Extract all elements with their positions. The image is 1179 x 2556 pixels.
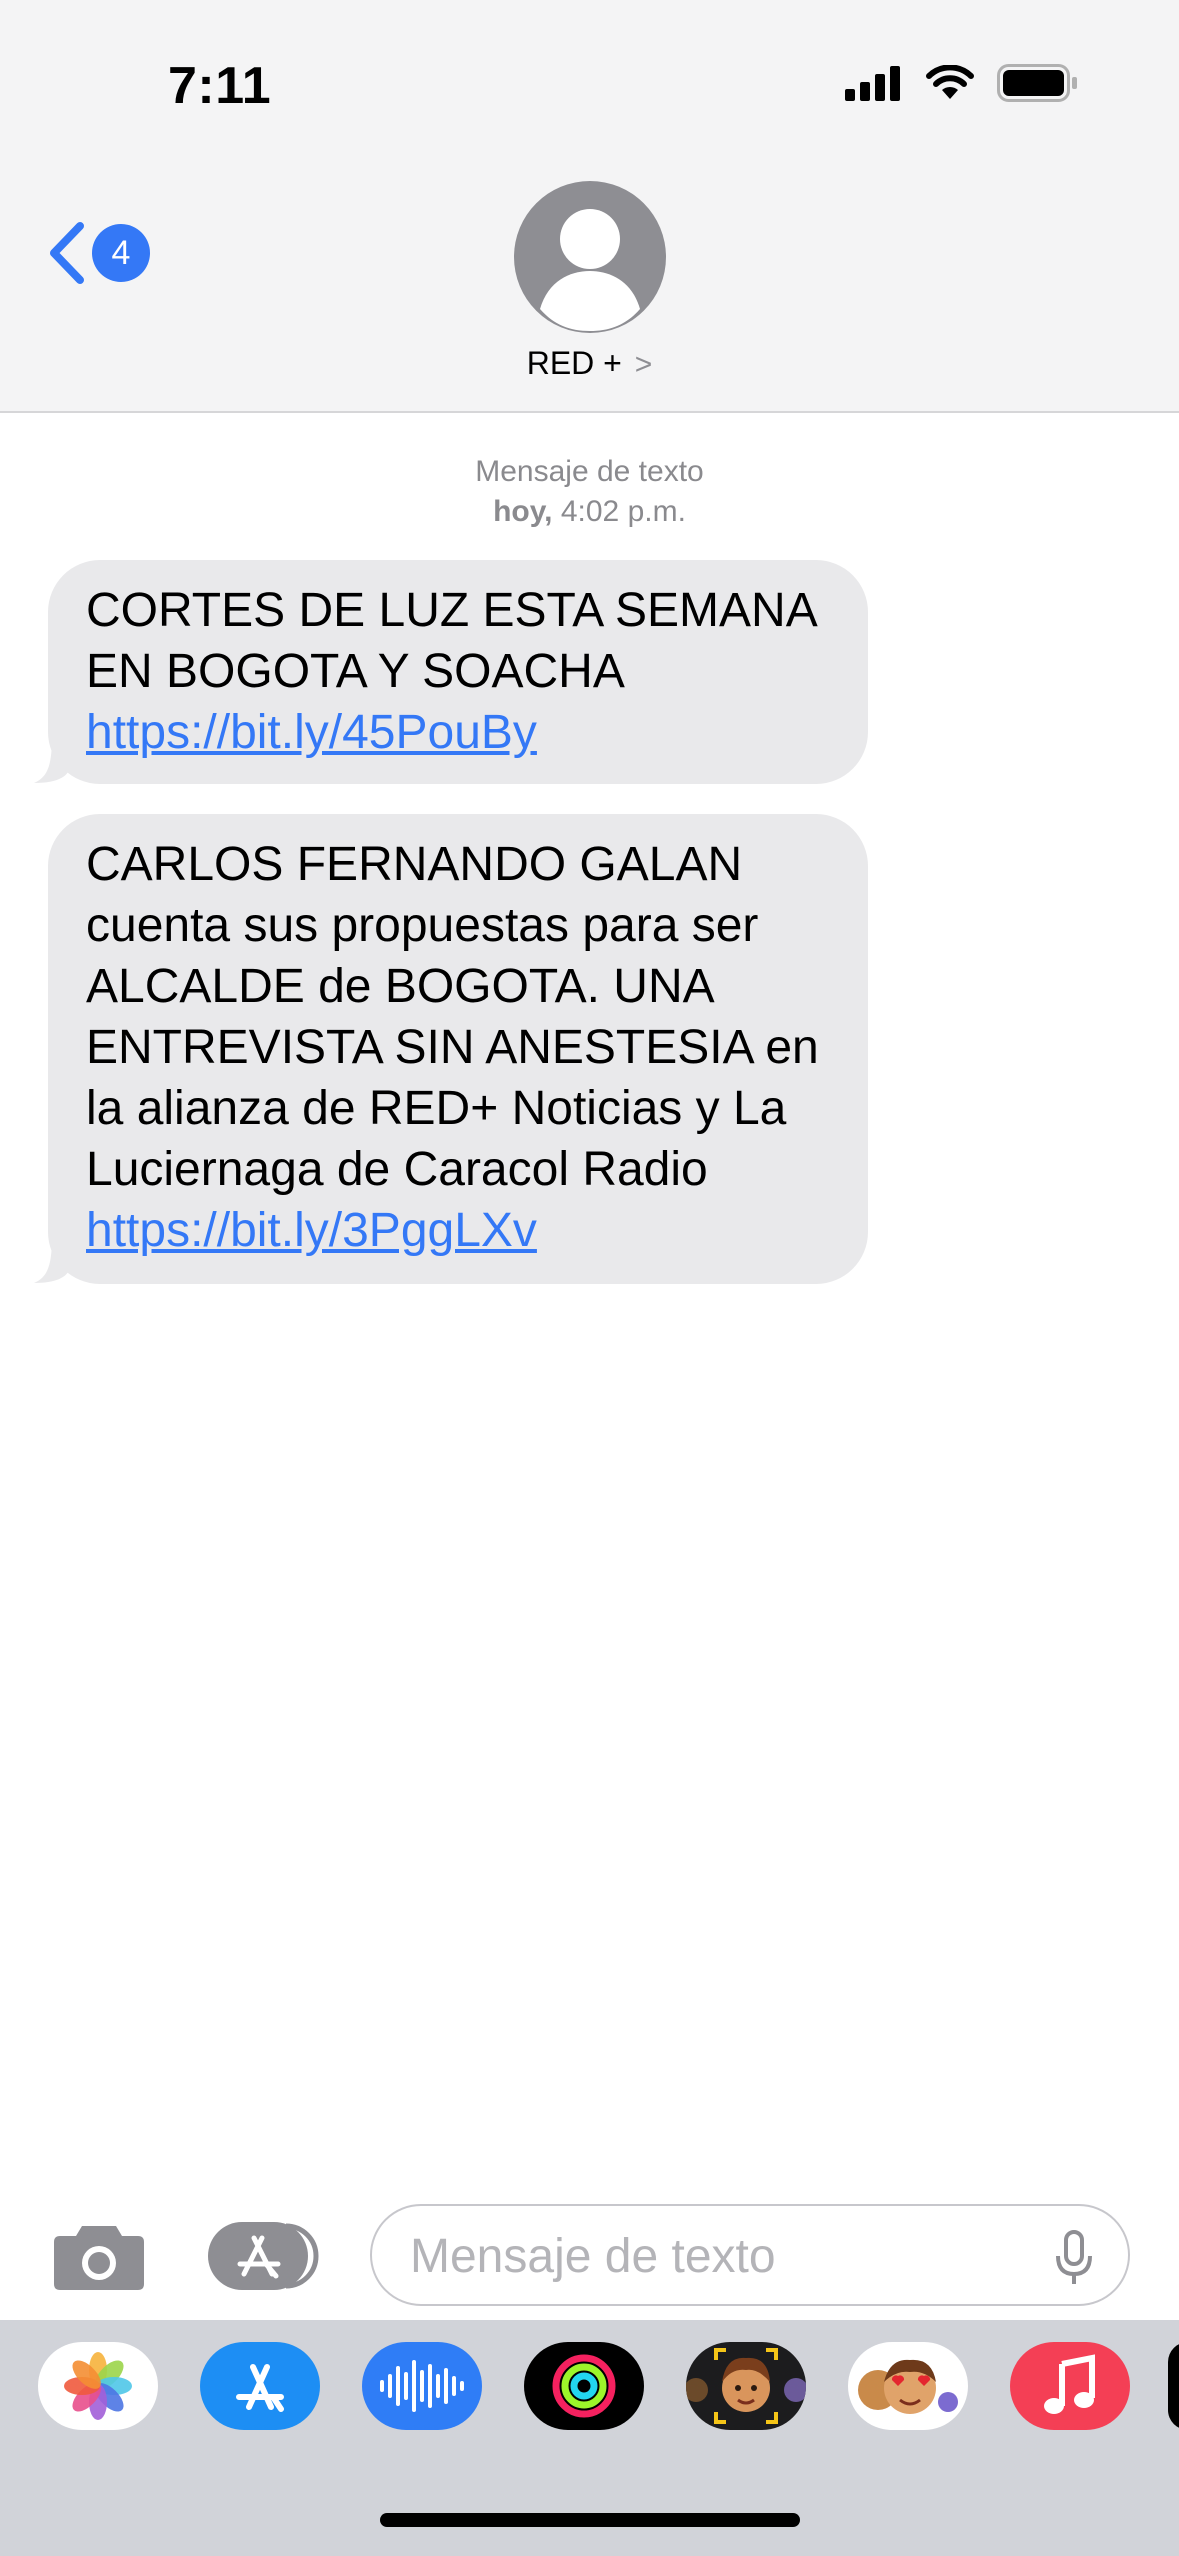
chevron-right-icon: > <box>634 348 653 381</box>
wifi-icon <box>926 65 974 99</box>
memoji-stickers-icon <box>858 2359 958 2414</box>
contact-avatar[interactable] <box>514 181 666 333</box>
message-timestamp: Mensaje de texto hoy, 4:02 p.m. <box>0 452 1179 532</box>
message-bubble[interactable]: CARLOS FERNANDO GALAN cuenta sus propues… <box>48 814 868 1284</box>
music-app-button[interactable] <box>1010 2342 1130 2430</box>
timestamp-day: hoy, <box>493 495 553 528</box>
contact-name: RED + <box>526 345 622 381</box>
app-store-icon <box>208 2222 319 2290</box>
apps-button[interactable] <box>206 2220 322 2292</box>
photos-icon <box>64 2352 132 2420</box>
activity-rings-icon <box>552 2354 616 2418</box>
photos-app-button[interactable] <box>38 2342 158 2430</box>
status-icons <box>845 64 1079 102</box>
message-text: CARLOS FERNANDO GALAN cuenta sus propues… <box>86 838 819 1196</box>
timestamp-time: 4:02 p.m. <box>552 495 686 528</box>
navigation-header: 7:11 4 RED + > <box>0 0 1179 413</box>
more-apps-peek[interactable] <box>1168 2342 1179 2430</box>
chevron-left-icon <box>50 222 84 284</box>
battery-icon <box>997 64 1077 102</box>
unread-count-badge: 4 <box>92 224 150 282</box>
status-time: 7:11 <box>168 57 272 115</box>
contact-name-button[interactable]: RED + > <box>0 345 1179 382</box>
compose-bar <box>0 2200 1179 2310</box>
timestamp-datetime: hoy, 4:02 p.m. <box>0 492 1179 532</box>
music-note-icon <box>1044 2354 1095 2414</box>
app-store-icon <box>236 2364 284 2412</box>
message-link[interactable]: https://bit.ly/3PggLXv <box>86 1204 537 1257</box>
home-indicator[interactable] <box>380 2513 800 2527</box>
back-button[interactable]: 4 <box>46 222 150 284</box>
audio-message-app-button[interactable] <box>362 2342 482 2430</box>
memoji-stickers-app-button[interactable] <box>848 2342 968 2430</box>
app-store-app-button[interactable] <box>200 2342 320 2430</box>
camera-button[interactable] <box>52 2222 146 2292</box>
audio-waveform-icon <box>380 2360 464 2412</box>
microphone-icon[interactable] <box>1054 2230 1094 2286</box>
message-input-field[interactable] <box>370 2204 1130 2306</box>
message-link[interactable]: https://bit.ly/45PouBy <box>86 706 537 759</box>
message-bubble[interactable]: CORTES DE LUZ ESTA SEMANA EN BOGOTA Y SO… <box>48 560 868 784</box>
memoji-app-button[interactable] <box>686 2342 806 2430</box>
message-input[interactable] <box>408 2228 1008 2284</box>
cellular-signal-icon <box>845 66 900 101</box>
timestamp-label: Mensaje de texto <box>475 455 704 488</box>
message-text: CORTES DE LUZ ESTA SEMANA EN BOGOTA Y SO… <box>86 584 816 698</box>
camera-icon <box>54 2226 144 2290</box>
memoji-icon <box>686 2348 806 2424</box>
person-icon <box>540 209 640 331</box>
activity-app-button[interactable] <box>524 2342 644 2430</box>
